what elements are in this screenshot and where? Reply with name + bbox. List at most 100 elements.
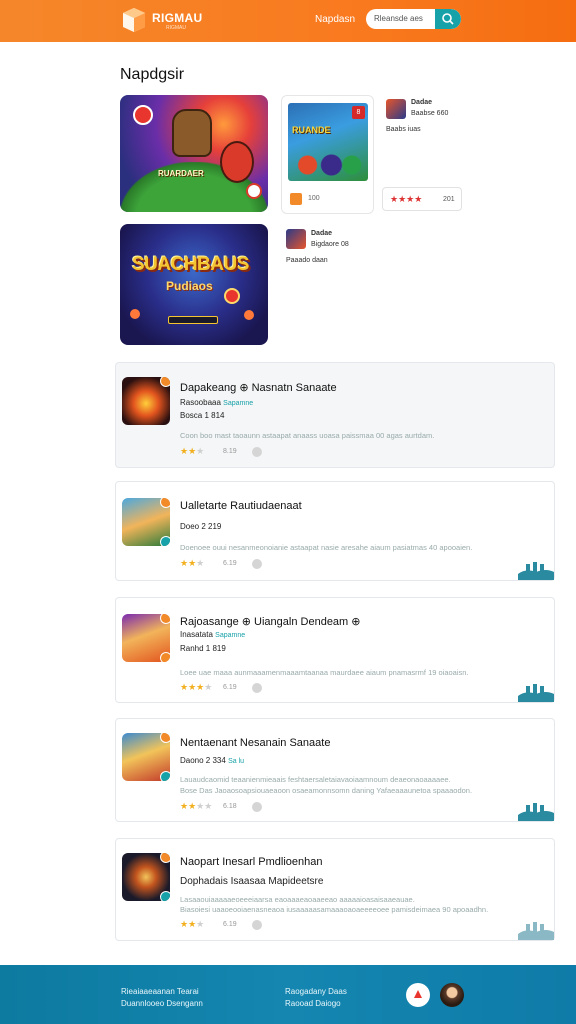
logo-icon[interactable] [121,7,147,33]
badge-icon [160,377,170,387]
app-stars: ★★★ [180,919,204,930]
orb [244,310,254,320]
stars-off: ★ [204,682,213,692]
footer-link[interactable]: Rieaiaaeaanan Tearai [121,987,199,996]
app-subtitle: Daono 2 334 Sa lu [180,756,244,765]
section-title: Napdgsir [120,66,185,83]
card-footer-text: 100 [308,195,320,202]
decoration-icon [518,922,554,940]
footer-link[interactable]: Raooad Daiogo [285,999,341,1008]
app-tag: Sapamne [215,632,246,639]
footer-link[interactable]: Raogadany Daas [285,987,347,996]
featured-game-banner-2[interactable]: SUACHBAUS Pudiaos [120,224,268,345]
app-description: Bose Das Jaoaosoapsiouaeaoon osaeamonnso… [180,786,473,795]
app-meta: Bosca 1 814 [180,411,225,420]
app-icon [122,498,170,546]
brand-name[interactable]: RIGMAU [152,11,202,25]
app-description: Lasaaouiaaaaaeoeeeiaarsa eaoaaaeaoaaeeao… [180,895,415,904]
app-tag: Sapamne [223,400,254,407]
characters-art [294,147,362,177]
stars-off: ★★ [196,801,213,811]
app-icon [122,733,170,781]
app-stars: ★★★ [180,446,204,457]
app-list-item[interactable]: Naopart Inesarl Pmdlioenhan Dophadais Is… [115,838,555,941]
side-line: Paaado daan [286,257,328,264]
badge-icon [160,853,170,863]
app-stars: ★★★ [180,558,204,569]
app-list-item[interactable]: Ualletarte Rautiudaenaat Doeo 2 219 Doen… [115,481,555,581]
stars-off: ★ [196,558,205,568]
banner-label: RUARDAER [158,169,204,178]
brand-subtitle: RIGMAU [166,25,186,31]
app-list-item[interactable]: Nentaenant Nesanain Sanaate Daono 2 334 … [115,718,555,822]
featured-game-card[interactable]: 8 RUANDE 100 [281,95,374,214]
rating-value: 201 [443,196,455,203]
side-title: Dadae [311,230,333,237]
app-icon [122,853,170,901]
hero-character-2 [220,141,254,183]
verified-icon [252,802,262,812]
app-meta: Doeo 2 219 [180,522,222,531]
rating-box: ★★★★ 201 [382,187,462,211]
badge-icon [160,614,170,624]
app-stars: ★★★★ [180,682,212,693]
badge-icon [160,771,170,781]
banner-subtitle: Pudiaos [166,279,213,293]
featured-game-banner-1[interactable]: RUARDAER [120,95,268,212]
badge-icon [160,891,170,901]
decoration-icon [518,562,554,580]
footer: Rieaiaaeaanan Tearai Duannlooeo Dsengann… [0,965,576,1024]
app-meta: Inasatata [180,630,213,639]
orb [130,309,140,319]
app-title[interactable]: Ualletarte Rautiudaenaat [180,500,302,512]
app-title[interactable]: Rajoasange ⊕ Uiangaln Dendeam ⊕ [180,615,361,628]
stars-on: ★★ [180,558,197,568]
side-line: Baabs iuas [386,126,421,133]
app-rating: 6.19 [223,560,237,567]
app-title[interactable]: Dapakeang ⊕ Nasnatn Sanaate [180,381,337,394]
play-button[interactable] [246,183,262,199]
game-thumbnail: 8 RUANDE [288,103,368,181]
share-button[interactable] [406,983,430,1007]
search-icon [442,13,454,25]
mini-badge: 8 [352,106,365,119]
search-input[interactable]: Rleansde aes [374,14,423,23]
stars-off: ★ [196,919,205,929]
play-button[interactable] [224,288,240,304]
stars-off: ★ [196,446,205,456]
app-tag: Sa lu [228,758,245,765]
nav-link[interactable]: Napdasn [315,14,355,25]
app-meta: Daono 2 334 [180,756,226,765]
side-line: Bigdaore 08 [311,241,349,248]
app-rating: 8.19 [223,448,237,455]
app-meta: Dophadais Isaasaa Mapideetsre [180,876,324,887]
app-title[interactable]: Naopart Inesarl Pmdlioenhan [180,856,322,868]
verified-icon [252,683,262,693]
search-bar[interactable]: Rleansde aes [366,9,461,29]
stars-on: ★★★ [180,682,205,692]
app-subtitle: Rasoobaaa Sapamne [180,398,253,407]
stars-on: ★★ [180,919,197,929]
verified-icon [252,559,262,569]
mini-title: RUANDE [292,125,331,135]
app-title[interactable]: Nentaenant Nesanain Sanaate [180,737,330,749]
badge-icon [160,536,170,546]
badge-icon [160,733,170,743]
stars-on: ★★ [180,446,197,456]
game-icon[interactable] [386,99,406,119]
app-list-item[interactable]: Dapakeang ⊕ Nasnatn Sanaate Rasoobaaa Sa… [115,362,555,468]
app-list-item[interactable]: Rajoasange ⊕ Uiangaln Dendeam ⊕ Inasatat… [115,597,555,703]
app-subtitle: Inasatata Sapamne [180,630,245,639]
game-icon[interactable] [286,229,306,249]
category-icon [290,193,302,205]
app-rating: 6.18 [223,803,237,810]
app-meta: Rasoobaaa [180,398,221,407]
banner-title: SUACHBAUS [132,254,249,275]
footer-link[interactable]: Duannlooeo Dsengann [121,999,203,1008]
search-button[interactable] [435,9,461,29]
app-rating: 6.19 [223,684,237,691]
app-stars: ★★★★ [180,801,212,812]
app-description: Biasoiesi uaaoeooiaenasneaoa iusaaaaasam… [180,905,489,914]
avatar[interactable] [440,983,464,1007]
app-icon [122,377,170,425]
